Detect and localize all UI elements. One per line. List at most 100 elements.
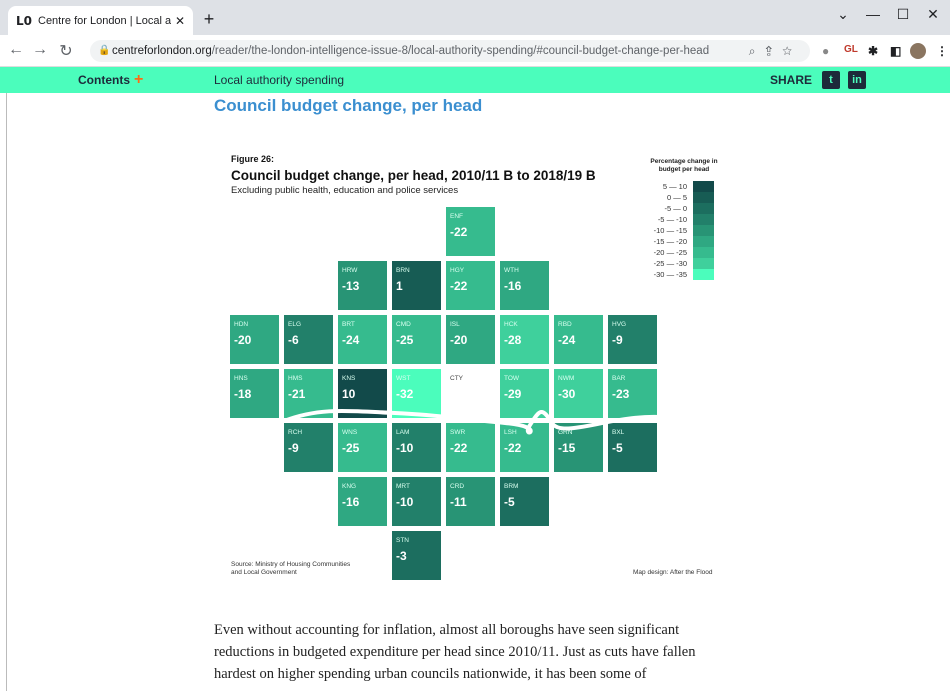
maximize-button[interactable]: ☐ (888, 6, 918, 23)
borough-code: CMD (396, 321, 411, 328)
borough-value: -22 (504, 441, 522, 455)
borough-tile: BXL -5 (608, 423, 657, 472)
borough-tile: BRT -24 (338, 315, 387, 364)
borough-tile: WTH -16 (500, 261, 549, 310)
borough-code: HGY (450, 267, 465, 274)
borough-tile: WNS -25 (338, 423, 387, 472)
borough-code: ELG (288, 321, 302, 328)
borough-code: HNS (234, 375, 248, 382)
borough-tile: HCK -28 (500, 315, 549, 364)
legend-swatch (693, 203, 714, 214)
forward-arrow-icon[interactable]: → (30, 41, 50, 59)
borough-value: -24 (558, 333, 576, 347)
borough-value: -28 (504, 333, 522, 347)
figure-title: Council budget change, per head, 2010/11… (231, 168, 596, 183)
borough-tile: STN -3 (392, 531, 441, 580)
borough-code: BAR (612, 375, 626, 382)
borough-tile: HRW -13 (338, 261, 387, 310)
url-input[interactable]: 🔒 centreforlondon.org/reader/the-london-… (90, 40, 810, 62)
borough-value: -10 (396, 441, 414, 455)
borough-code: HVG (612, 321, 627, 328)
twitter-icon[interactable]: t (822, 71, 840, 89)
borough-value: -32 (396, 387, 414, 401)
borough-tile: ELG -6 (284, 315, 333, 364)
legend-swatch (693, 247, 714, 258)
omnibox-action-icons[interactable]: ⌕⇪☆ (749, 40, 802, 62)
borough-value: -22 (450, 441, 468, 455)
legend-entry: 0 — 5 (635, 192, 714, 203)
borough-value: -10 (396, 495, 414, 509)
address-bar: ← → ↻ 🔒 centreforlondon.org/reader/the-l… (0, 35, 950, 67)
borough-value: 1 (396, 279, 403, 293)
borough-code: SWR (450, 429, 466, 436)
legend-label: -20 — -25 (653, 248, 687, 257)
paragraph-line: reductions in budgeted expenditure per h… (214, 644, 696, 660)
borough-value: -15 (558, 441, 576, 455)
borough-code: BRT (342, 321, 355, 328)
contents-label: Contents (78, 73, 130, 87)
tab-search-chevron-icon[interactable]: ⌄ (828, 6, 858, 23)
reload-icon[interactable]: ↻ (56, 41, 76, 61)
borough-tile: CRD -11 (446, 477, 495, 526)
borough-value: -5 (504, 495, 515, 509)
minimize-button[interactable]: — (858, 6, 888, 22)
section-heading: Council budget change, per head (214, 96, 483, 115)
legend-swatch (693, 214, 714, 225)
source-note: Source: Ministry of Housing Communities … (231, 561, 351, 576)
borough-tile: GRN -15 (554, 423, 603, 472)
borough-code: STN (396, 537, 409, 544)
borough-tile: RBD -24 (554, 315, 603, 364)
borough-value: -3 (396, 549, 407, 563)
extension-dot-icon[interactable]: ● (822, 44, 829, 58)
borough-tile: BRM -5 (500, 477, 549, 526)
borough-tile: NWM -30 (554, 369, 603, 418)
borough-tile: CMD -25 (392, 315, 441, 364)
borough-code: TOW (504, 375, 520, 382)
borough-value: -30 (558, 387, 576, 401)
borough-tile: KNS 10 (338, 369, 387, 418)
profile-avatar[interactable] (910, 43, 926, 59)
borough-tile: HDN -20 (230, 315, 279, 364)
borough-value: -16 (342, 495, 360, 509)
close-window-button[interactable]: ✕ (918, 6, 948, 23)
borough-tile: HVG -9 (608, 315, 657, 364)
borough-code: RCH (288, 429, 303, 436)
contents-button[interactable]: Contents + (78, 72, 143, 88)
borough-code: HMS (288, 375, 303, 382)
back-arrow-icon[interactable]: ← (6, 41, 26, 59)
legend-entry: -5 — 0 (635, 203, 714, 214)
site-favicon-icon: L0 (16, 13, 32, 28)
extension-gl-icon[interactable]: GL (844, 44, 858, 55)
map-credit: Map design: After the Flood (633, 569, 713, 576)
extensions-puzzle-icon[interactable]: ✱ (868, 44, 878, 58)
borough-tile: KNG -16 (338, 477, 387, 526)
breadcrumb: Local authority spending (214, 73, 345, 87)
borough-value: -21 (288, 387, 306, 401)
borough-value: -22 (450, 279, 468, 293)
borough-value: -16 (504, 279, 522, 293)
browser-menu-icon[interactable]: ⋮ (936, 44, 948, 58)
borough-code: BRM (504, 483, 519, 490)
legend-swatch (693, 236, 714, 247)
legend-title: Percentage change in budget per head (650, 158, 718, 173)
borough-value: -24 (342, 333, 360, 347)
side-panel-icon[interactable]: ◧ (890, 44, 901, 58)
legend-label: -5 — -10 (657, 215, 687, 224)
borough-tile: MRT -10 (392, 477, 441, 526)
borough-tile: BRN 1 (392, 261, 441, 310)
borough-tile: WST -32 (392, 369, 441, 418)
borough-value: -22 (450, 225, 468, 239)
legend-label: -30 — -35 (653, 270, 687, 279)
url-host: centreforlondon.org (112, 45, 212, 57)
borough-code: MRT (396, 483, 410, 490)
new-tab-button[interactable]: + (198, 9, 220, 30)
browser-tab[interactable]: L0 Centre for London | Local authori ✕ (8, 6, 193, 35)
borough-value: 10 (342, 387, 356, 401)
tab-close-icon[interactable]: ✕ (175, 14, 185, 28)
legend-swatch (693, 192, 714, 203)
linkedin-icon[interactable]: in (848, 71, 866, 89)
figure-label: Figure 26: (231, 154, 275, 164)
content-divider (6, 93, 7, 691)
site-nav-bar: Contents + Local authority spending SHARE… (0, 67, 950, 93)
borough-tile: RCH -9 (284, 423, 333, 472)
